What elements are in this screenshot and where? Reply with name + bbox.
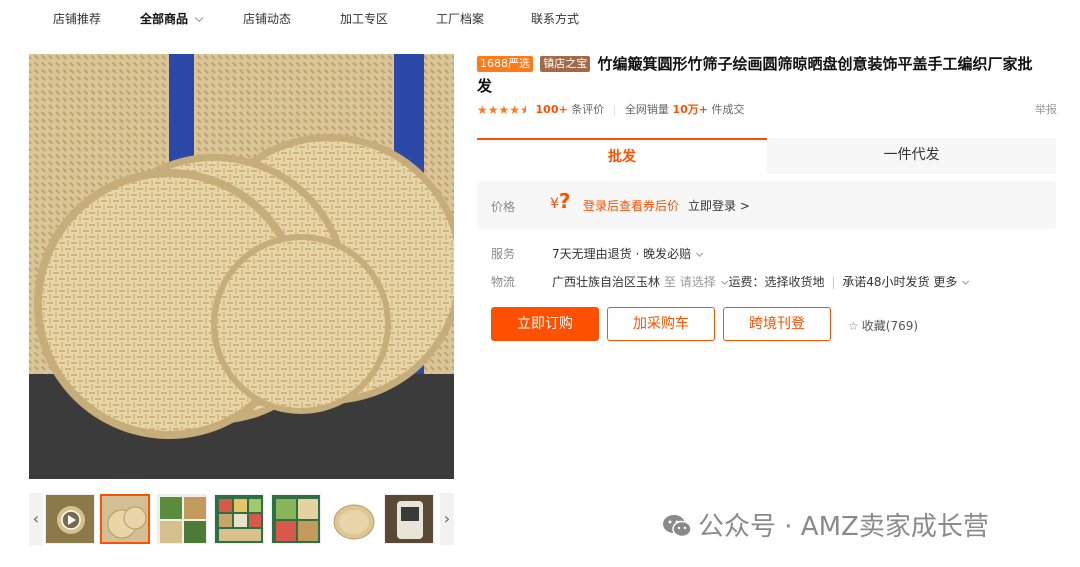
to-label: 至 — [663, 275, 676, 289]
star-outline-icon: ☆ — [848, 319, 859, 333]
nav-item-all-products-label: 全部商品 — [140, 12, 189, 26]
watermark-text: 公众号 · AMZ卖家成长营 — [698, 512, 989, 542]
chevron-down-icon — [962, 277, 970, 285]
thumbnail-6[interactable] — [328, 494, 378, 544]
chevron-down-icon — [696, 249, 704, 257]
price-panel: 价格 ¥? 登录后查看券后价 立即登录 > — [477, 181, 1056, 229]
wechat-icon — [663, 515, 692, 538]
price-label: 价格 — [491, 200, 516, 214]
thumbnail-sieves-image — [102, 496, 148, 542]
purchase-mode-tabs: 批发 一件代发 — [477, 138, 1056, 174]
coupon-price-tip: 登录后查看券后价 — [583, 199, 680, 213]
tab-wholesale[interactable]: 批发 — [477, 138, 767, 174]
destination-placeholder: 请选择 — [679, 275, 716, 289]
divider: | — [612, 103, 617, 116]
main-product-image[interactable] — [29, 54, 454, 479]
review-count[interactable]: 100+ — [536, 103, 568, 116]
thumbnail-5[interactable] — [271, 494, 321, 544]
chevron-down-icon — [194, 13, 204, 23]
thumbnail-collage-image — [272, 495, 320, 543]
shipping-promise: 承诺48小时发货 — [842, 275, 930, 289]
bamboo-sieve-photo — [29, 54, 454, 479]
nav-item-processing[interactable]: 加工专区 — [340, 10, 388, 27]
video-play-icon — [46, 495, 94, 543]
logistics-label: 物流 — [491, 275, 516, 289]
sales-unit: 件成交 — [711, 103, 745, 116]
thumbnail-3[interactable] — [157, 494, 207, 544]
service-label: 服务 — [491, 247, 516, 261]
favorite-button[interactable]: ☆ 收藏(769) — [848, 317, 918, 334]
nav-item-contact[interactable]: 联系方式 — [531, 10, 579, 27]
sales-count: 10万+ — [672, 103, 708, 116]
nav-item-shop-news[interactable]: 店铺动态 — [243, 10, 291, 27]
cross-border-listing-button[interactable]: 跨境刊登 — [723, 307, 831, 341]
service-text: 7天无理由退货 · 晚发必赔 — [552, 247, 692, 261]
review-label: 条评价 — [571, 103, 605, 116]
service-value[interactable]: 7天无理由退货 · 晚发必赔 — [552, 245, 704, 262]
badge-1688-selected: 1688严选 — [477, 56, 533, 72]
login-link[interactable]: 立即登录 > — [688, 197, 750, 214]
favorite-label: 收藏(769) — [861, 319, 919, 333]
add-to-cart-button[interactable]: 加采购车 — [607, 307, 715, 341]
chevron-right-icon[interactable]: › — [440, 493, 454, 545]
price-amount: ? — [558, 189, 571, 213]
divider: | — [831, 275, 836, 289]
origin-location: 广西壮族自治区玉林 — [552, 275, 661, 289]
thumbnail-collage-image — [215, 495, 263, 543]
nav-item-shop-recommend[interactable]: 店铺推荐 — [53, 10, 101, 27]
thumbnail-sieve-image — [329, 495, 377, 543]
logistics-row: 物流 广西壮族自治区玉林 至 请选择 运费：选择收货地 | 承诺48小时发货 更… — [491, 273, 1051, 289]
product-title-block: 1688严选 镇店之宝 竹编簸箕圆形竹筛子绘画圆筛晾晒盘创意装饰平盖手工编织厂家… — [477, 53, 1037, 97]
thumbnail-selected[interactable] — [100, 494, 150, 544]
badge-shop-treasure: 镇店之宝 — [540, 56, 591, 72]
freight-info: 运费：选择收货地 — [728, 275, 825, 289]
chevron-left-icon[interactable]: ‹ — [29, 493, 43, 545]
report-link[interactable]: 举报 — [1035, 101, 1057, 117]
more-link[interactable]: 更多 — [933, 275, 970, 289]
price-value: ¥? — [550, 189, 571, 213]
thumbnail-7[interactable] — [384, 494, 434, 544]
destination-select[interactable]: 请选择 — [679, 275, 728, 289]
thumbnail-collage-image — [158, 495, 206, 543]
thumbnail-strip: ‹ › — [29, 493, 454, 545]
rating-row: ★★★★★ 100+ 条评价 | 全网销量 10万+ 件成交 举报 — [477, 101, 1057, 117]
logistics-value: 广西壮族自治区玉林 至 请选择 运费：选择收货地 | 承诺48小时发货 更多 — [552, 273, 970, 290]
thumbnail-4[interactable] — [214, 494, 264, 544]
tab-dropship[interactable]: 一件代发 — [767, 138, 1056, 174]
more-link-label: 更多 — [933, 275, 958, 289]
currency-symbol: ¥ — [550, 196, 559, 212]
thumbnail-photo-image — [385, 495, 433, 543]
nav-item-all-products[interactable]: 全部商品 — [140, 10, 204, 27]
watermark: 公众号 · AMZ卖家成长营 — [662, 506, 989, 543]
star-rating-icon: ★★★★★ — [477, 103, 527, 117]
nav-item-factory-profile[interactable]: 工厂档案 — [436, 10, 484, 27]
shop-nav-bar: 店铺推荐 全部商品 店铺动态 加工专区 工厂档案 联系方式 — [0, 0, 1080, 36]
thumbnail-video[interactable] — [45, 494, 95, 544]
service-row: 服务 7天无理由退货 · 晚发必赔 — [491, 245, 1051, 261]
order-now-button[interactable]: 立即订购 — [491, 307, 599, 341]
chevron-down-icon — [720, 277, 728, 285]
sales-label: 全网销量 — [624, 103, 669, 116]
